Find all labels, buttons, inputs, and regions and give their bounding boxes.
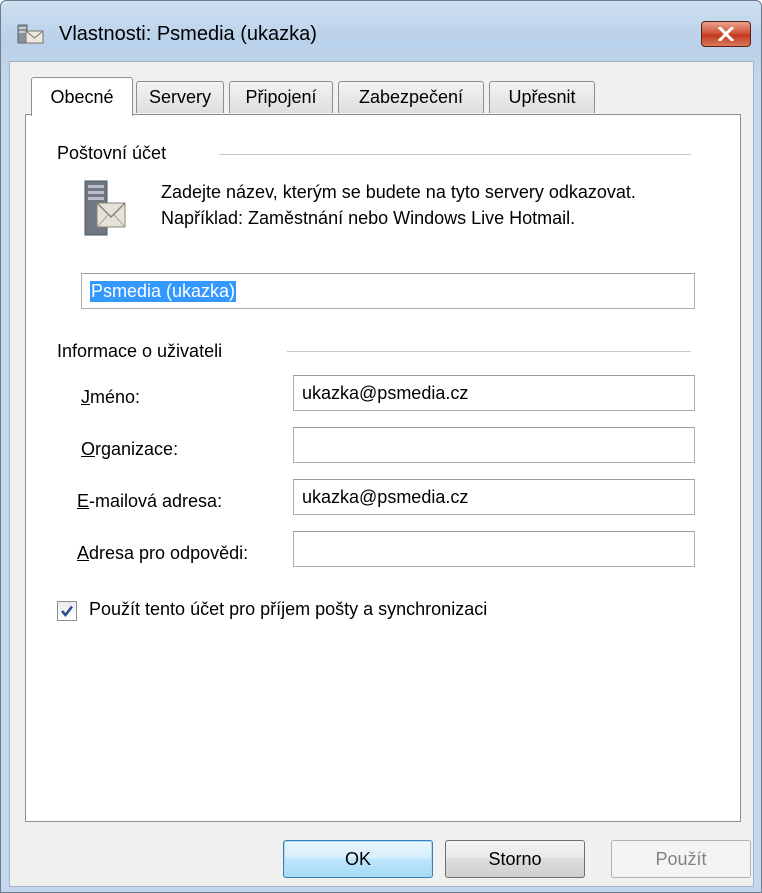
name-value: ukazka@psmedia.cz [302, 382, 469, 403]
group-divider [219, 154, 691, 155]
tab-servery[interactable]: Servery [136, 81, 224, 113]
account-description: Zadejte název, kterým se budete na tyto … [161, 182, 636, 228]
ok-button[interactable]: OK [283, 840, 433, 878]
account-name-value: Psmedia (ukazka) [90, 280, 237, 302]
name-label: Jméno: [81, 387, 140, 408]
email-input[interactable]: ukazka@psmedia.cz [293, 479, 695, 515]
tab-label: Zabezpečení [358, 87, 464, 107]
group-divider [287, 351, 691, 352]
sync-checkbox-label[interactable]: Použít tento účet pro příjem pošty a syn… [89, 599, 487, 620]
sync-checkbox[interactable] [57, 601, 77, 621]
organization-input[interactable] [293, 427, 695, 463]
tab-label: Připojení [245, 87, 317, 107]
cancel-button-label: Storno [488, 848, 542, 869]
email-label: E-mailová adresa: [77, 491, 222, 512]
email-value: ukazka@psmedia.cz [302, 486, 469, 507]
reply-to-input[interactable] [293, 531, 695, 567]
organization-label-rest: rganizace: [95, 439, 179, 459]
title-bar[interactable]: Vlastnosti: Psmedia (ukazka) [1, 1, 761, 61]
email-label-accel: E [77, 491, 90, 511]
tab-obecne[interactable]: Obecné [31, 77, 133, 116]
tab-pripojeni[interactable]: Připojení [229, 81, 333, 113]
reply-to-label-accel: A [77, 543, 90, 563]
group-title-mail-account: Poštovní účet [57, 143, 167, 163]
tab-upresnit[interactable]: Upřesnit [489, 81, 595, 113]
server-mail-icon [84, 180, 126, 236]
apply-button[interactable]: Použít [611, 840, 751, 878]
close-x-icon [718, 27, 734, 41]
reply-to-label-rest: dresa pro odpovědi: [89, 543, 249, 563]
tab-zabezpeceni[interactable]: Zabezpečení [338, 81, 484, 113]
organization-label-accel: O [81, 439, 96, 459]
cancel-button[interactable]: Storno [445, 840, 585, 878]
name-input[interactable]: ukazka@psmedia.cz [293, 375, 695, 411]
dialog-window: Vlastnosti: Psmedia (ukazka) Obecné Serv… [0, 0, 762, 893]
name-label-rest: méno: [90, 387, 141, 407]
account-name-input[interactable]: Psmedia (ukazka) [81, 273, 695, 309]
email-label-rest: -mailová adresa: [89, 491, 223, 511]
window-title: Vlastnosti: Psmedia (ukazka) [59, 23, 317, 45]
tab-label: Obecné [50, 86, 114, 107]
checkmark-icon [61, 605, 73, 617]
name-label-accel: J [81, 387, 90, 407]
group-title-user-info: Informace o uživateli [57, 341, 223, 361]
close-button[interactable] [701, 21, 751, 47]
ok-button-label: OK [344, 848, 371, 869]
tab-label: Servery [148, 87, 211, 107]
tab-label: Upřesnit [508, 87, 576, 107]
organization-label: Organizace: [81, 439, 178, 460]
reply-to-label: Adresa pro odpovědi: [77, 543, 248, 564]
apply-button-label: Použít [655, 848, 707, 869]
mail-account-icon [17, 24, 44, 44]
